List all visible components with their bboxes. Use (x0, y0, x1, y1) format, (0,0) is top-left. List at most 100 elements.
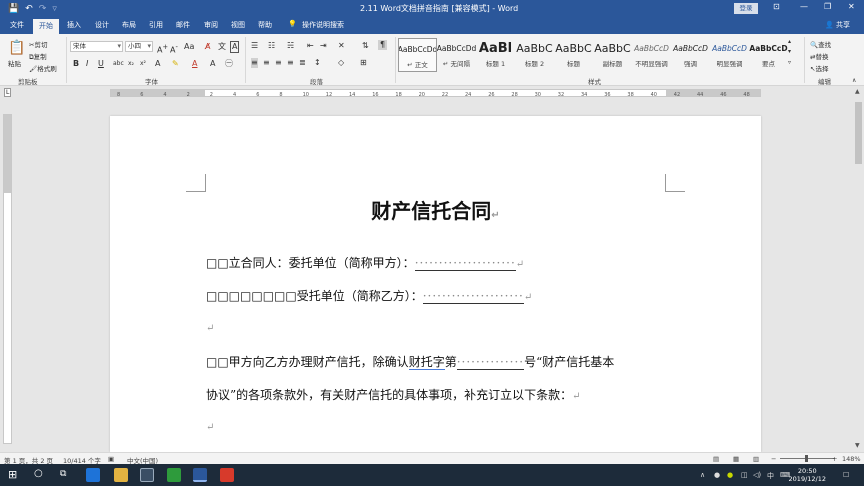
char-border-icon[interactable]: A (230, 41, 240, 53)
blank-field[interactable]: ·············· (456, 355, 525, 370)
select-button[interactable]: ↖选择 (810, 63, 828, 73)
subscript-icon[interactable]: x₂ (128, 59, 134, 69)
read-mode-icon[interactable]: ▤ (713, 455, 719, 463)
notifications-icon[interactable]: ☐ (843, 471, 849, 479)
copy-button[interactable]: ⧉复制 (29, 51, 47, 62)
vertical-scrollbar[interactable]: ▲ ▼ (853, 86, 864, 452)
proofing-icon[interactable]: ▣ (108, 455, 114, 463)
zoom-slider-thumb[interactable] (805, 455, 808, 462)
tab-mailings[interactable]: 邮件 (176, 20, 190, 30)
tab-insert[interactable]: 插入 (67, 20, 81, 30)
line-spacing-icon[interactable]: ↕ (314, 58, 321, 68)
tray-app-icon[interactable]: ● (727, 471, 733, 479)
style-subtitle[interactable]: AaBbC 副标题 (593, 38, 632, 72)
zoom-level[interactable]: 148% (842, 455, 861, 463)
print-layout-icon[interactable]: ▦ (733, 455, 739, 463)
tab-design[interactable]: 设计 (95, 20, 109, 30)
multilevel-list-icon[interactable]: ☵ (287, 41, 294, 51)
align-left-icon[interactable]: ≡ (251, 58, 258, 68)
font-name-combo[interactable]: 宋体 (70, 41, 123, 52)
styles-scroll-down-icon[interactable]: ▾ (788, 48, 791, 55)
collapse-ribbon-icon[interactable]: ∧ (852, 76, 856, 86)
tab-selector-icon[interactable]: L (4, 88, 12, 97)
show-marks-icon[interactable]: ¶ (378, 40, 388, 50)
blank-field[interactable]: ····················· (422, 289, 524, 304)
distributed-icon[interactable]: ≣ (299, 58, 306, 68)
underline-icon[interactable]: U (98, 59, 104, 69)
app-icon[interactable] (220, 468, 234, 482)
scroll-down-icon[interactable]: ▼ (855, 442, 860, 449)
tab-view[interactable]: 视图 (231, 20, 245, 30)
replace-button[interactable]: ⇄替换 (810, 51, 828, 61)
tab-review[interactable]: 审阅 (204, 20, 218, 30)
search-icon[interactable]: ○ (34, 468, 43, 479)
tell-me-search[interactable]: 操作说明搜索 (302, 20, 344, 30)
shrink-font-icon[interactable]: A- (170, 42, 178, 56)
save-icon[interactable]: 💾 (8, 4, 19, 14)
clock[interactable]: 20:50 2019/12/12 (789, 467, 826, 483)
windows-start-icon[interactable]: ⊞ (8, 468, 17, 481)
bold-icon[interactable]: B (73, 59, 79, 69)
close-icon[interactable]: ✕ (848, 2, 855, 11)
cut-button[interactable]: ✂剪切 (29, 39, 47, 49)
word-icon[interactable] (193, 468, 207, 482)
document-page[interactable]: 财产信托合同↵ □□立合同人：委托单位（简称甲方）：··············… (110, 116, 761, 452)
horizontal-ruler[interactable]: 8 6 4 2 2 4 6 8 10 12 14 16 18 20 22 24 26 28 30 32 34 36 38 40… (110, 89, 761, 98)
scrollbar-thumb[interactable] (855, 102, 862, 164)
styles-scroll-up-icon[interactable]: ▴ (788, 38, 791, 45)
strikethrough-icon[interactable]: abc (113, 59, 124, 69)
align-center-icon[interactable]: ≡ (263, 58, 270, 68)
styles-more-icon[interactable]: ▿ (788, 59, 791, 66)
task-view-icon[interactable]: ⧉ (60, 469, 66, 479)
paragraph[interactable]: ↵ (206, 419, 214, 433)
chinese-layout-icon[interactable]: ✕ (338, 41, 345, 51)
edge-browser-icon[interactable] (86, 468, 100, 482)
document-title[interactable]: 财产信托合同↵ (110, 195, 761, 224)
zoom-out-icon[interactable]: − (771, 455, 776, 463)
paragraph[interactable]: □□立合同人：委托单位（简称甲方）：·····················↵ (206, 254, 524, 271)
vertical-ruler[interactable] (3, 114, 12, 444)
tab-help[interactable]: 帮助 (258, 20, 272, 30)
spelling-flag[interactable]: 财托字 (408, 355, 445, 370)
ribbon-display-options-icon[interactable]: ⊡ (773, 2, 780, 11)
style-intense-emphasis[interactable]: AaBbCcD 明显强调 (710, 38, 749, 72)
find-button[interactable]: 🔍查找 (810, 39, 831, 49)
numbering-icon[interactable]: ☷ (268, 41, 275, 51)
tab-home[interactable]: 开始 (33, 19, 59, 34)
network-icon[interactable]: ◫ (741, 471, 748, 479)
blank-field[interactable]: ····················· (414, 256, 516, 271)
tab-layout[interactable]: 布局 (122, 20, 136, 30)
share-button[interactable]: 👤 共享 (825, 20, 850, 30)
font-size-combo[interactable]: 小四 (125, 41, 153, 52)
tab-file[interactable]: 文件 (10, 20, 24, 30)
font-color-icon[interactable]: A (192, 59, 197, 69)
style-heading-1[interactable]: AaBl 标题 1 (476, 38, 515, 72)
paste-button[interactable]: 粘贴 (8, 58, 21, 68)
grow-font-icon[interactable]: A+ (157, 42, 168, 56)
minimize-icon[interactable]: — (800, 2, 808, 11)
zoom-in-icon[interactable]: + (832, 455, 837, 463)
app-icon[interactable] (140, 468, 154, 482)
redo-icon[interactable]: ↷ (39, 4, 47, 14)
borders-icon[interactable]: ⊞ (360, 58, 367, 68)
style-subtle-emphasis[interactable]: AaBbCcD 不明显强调 (632, 38, 671, 72)
app-icon[interactable] (167, 468, 181, 482)
tab-references[interactable]: 引用 (149, 20, 163, 30)
paste-icon[interactable]: 📋 (8, 40, 25, 56)
style-emphasis[interactable]: AaBbCcD 强调 (671, 38, 710, 72)
increase-indent-icon[interactable]: ⇥ (320, 41, 327, 51)
web-layout-icon[interactable]: ▥ (753, 455, 759, 463)
highlight-icon[interactable]: ✎ (172, 59, 179, 69)
sort-icon[interactable]: ⇅ (362, 41, 369, 51)
style-no-spacing[interactable]: AaBbCcDd ↵ 无间隔 (437, 38, 476, 72)
align-right-icon[interactable]: ≡ (275, 58, 282, 68)
paragraph[interactable]: ↵ (206, 320, 214, 334)
shading-icon[interactable]: ◇ (338, 58, 344, 68)
bullets-icon[interactable]: ☰ (251, 41, 258, 51)
italic-icon[interactable]: I (86, 59, 88, 69)
style-strong[interactable]: AaBbCcD 要点 (749, 38, 788, 72)
text-effects-icon[interactable]: A (155, 59, 160, 69)
customize-qat-icon[interactable]: ▿ (52, 4, 57, 14)
paragraph[interactable]: 协议”的各项条款外，有关财产信托的具体事项，补充订立以下条款：↵ (206, 386, 581, 403)
paragraph[interactable]: □□□□□□□□受托单位（简称乙方）：·····················… (206, 287, 532, 304)
